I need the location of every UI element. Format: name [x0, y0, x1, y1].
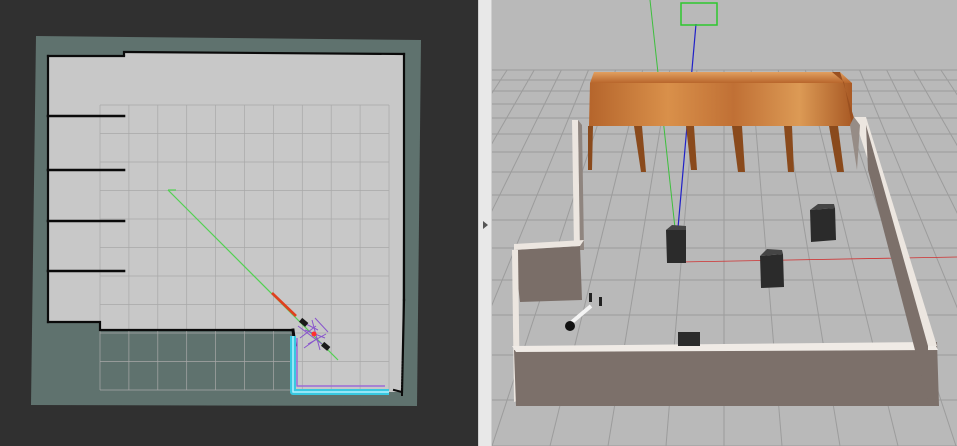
gazebo-3d-view[interactable]	[492, 0, 957, 446]
pane-splitter[interactable]	[478, 0, 492, 446]
simulation-workspace	[0, 0, 957, 446]
gazebo-scene-canvas[interactable]	[492, 0, 957, 446]
rviz-map-view[interactable]	[0, 0, 478, 446]
occupancy-map-canvas[interactable]	[0, 0, 478, 446]
collapse-arrow-icon[interactable]	[483, 221, 488, 229]
